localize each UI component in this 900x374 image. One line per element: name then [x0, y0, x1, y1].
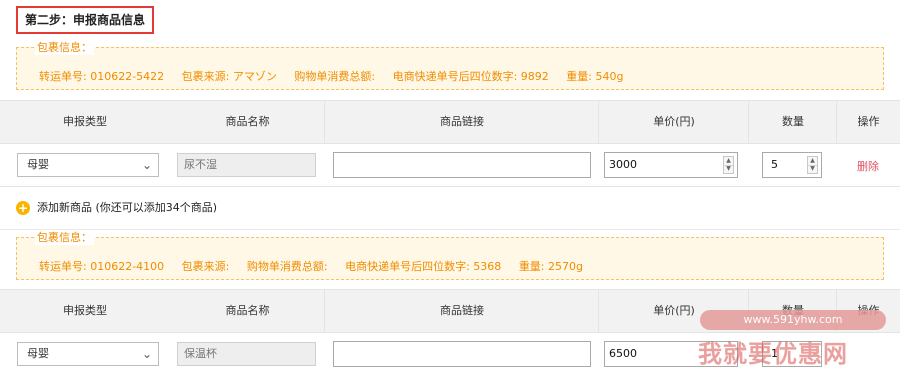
stepper-down-icon[interactable]: ▼ — [724, 165, 733, 173]
add-product-label[interactable]: 添加新商品 (你还可以添加34个商品) — [37, 201, 217, 215]
product-link-input[interactable] — [333, 341, 591, 367]
declare-type-value: 母婴 — [27, 158, 49, 171]
stepper-down-icon[interactable]: ▼ — [808, 165, 817, 173]
col-header-link: 商品链接 — [440, 304, 484, 317]
package-info-line: 转运单号: 010622-4100 包裹来源: 购物单消费总额: 电商快递单号后… — [39, 258, 583, 274]
unit-price-input[interactable]: 3000 ▲ ▼ — [604, 152, 738, 178]
delete-link[interactable]: 删除 — [857, 158, 879, 174]
package-info-title: 包裹信息： — [35, 231, 94, 245]
table-header: 申报类型 商品名称 商品链接 单价(円) 数量 操作 — [0, 101, 900, 144]
chevron-down-icon: ⌄ — [141, 158, 152, 172]
declare-type-select[interactable]: 母婴 ⌄ — [17, 342, 159, 366]
package-weight: 重量: 2570g — [518, 260, 583, 273]
package-info-box: 包裹信息： 转运单号: 010622-4100 包裹来源: 购物单消费总额: 电… — [16, 231, 884, 280]
unit-price-value: 6500 — [609, 347, 637, 360]
step-title: 第二步：申报商品信息 — [16, 6, 155, 34]
col-header-link: 商品链接 — [440, 115, 484, 128]
col-header-op: 操作 — [857, 115, 880, 128]
courier-digits: 电商快递单号后四位数字: 5368 — [345, 260, 502, 273]
declare-type-select[interactable]: 母婴 ⌄ — [17, 153, 159, 177]
col-header-price: 单价(円) — [653, 115, 695, 128]
plus-icon[interactable]: + — [16, 201, 30, 215]
col-header-name: 商品名称 — [225, 304, 270, 317]
courier-digits: 电商快递单号后四位数字: 9892 — [392, 70, 549, 83]
product-link-input[interactable] — [333, 152, 591, 178]
col-header-name: 商品名称 — [225, 115, 270, 128]
package-info-line: 转运单号: 010622-5422 包裹来源: アマゾン 购物单消费总额: 电商… — [39, 68, 623, 84]
watermark-text: 我就要优惠网 — [698, 340, 848, 368]
package-source: 包裹来源: アマゾン — [181, 70, 277, 83]
quantity-value: 5 — [771, 158, 778, 171]
step-header: 第二步：申报商品信息 — [0, 0, 900, 40]
product-name-field: 保温杯 — [177, 342, 316, 366]
declare-type-value: 母婴 — [27, 347, 49, 360]
col-header-qty: 数量 — [782, 115, 804, 128]
order-total: 购物单消费总额: — [294, 70, 376, 83]
chevron-down-icon: ⌄ — [141, 347, 152, 361]
product-name-field: 尿不湿 — [177, 153, 316, 177]
declaration-table: 申报类型 商品名称 商品链接 单价(円) 数量 操作 母婴 ⌄ 尿不湿 3000… — [0, 100, 900, 187]
order-total: 购物单消费总额: — [246, 260, 328, 273]
package-info-title: 包裹信息： — [35, 41, 94, 55]
package-info-box: 包裹信息： 转运单号: 010622-5422 包裹来源: アマゾン 购物单消费… — [16, 41, 884, 90]
package-source: 包裹来源: — [181, 260, 230, 273]
quantity-input[interactable]: 5 ▲ ▼ — [762, 152, 822, 178]
col-header-type: 申报类型 — [63, 304, 107, 317]
price-stepper[interactable]: ▲ ▼ — [723, 156, 734, 174]
tracking-number: 转运单号: 010622-5422 — [39, 70, 165, 83]
package-weight: 重量: 540g — [566, 70, 624, 83]
watermark-url: www.591yhw.com — [700, 310, 886, 330]
table-row: 母婴 ⌄ 尿不湿 3000 ▲ ▼ 5 ▲ ▼ 删除 — [0, 144, 900, 187]
tracking-number: 转运单号: 010622-4100 — [39, 260, 165, 273]
quantity-stepper[interactable]: ▲ ▼ — [807, 156, 818, 174]
col-header-type: 申报类型 — [63, 115, 107, 128]
unit-price-value: 3000 — [609, 158, 637, 171]
add-product-row[interactable]: + 添加新商品 (你还可以添加34个商品) — [0, 187, 900, 230]
